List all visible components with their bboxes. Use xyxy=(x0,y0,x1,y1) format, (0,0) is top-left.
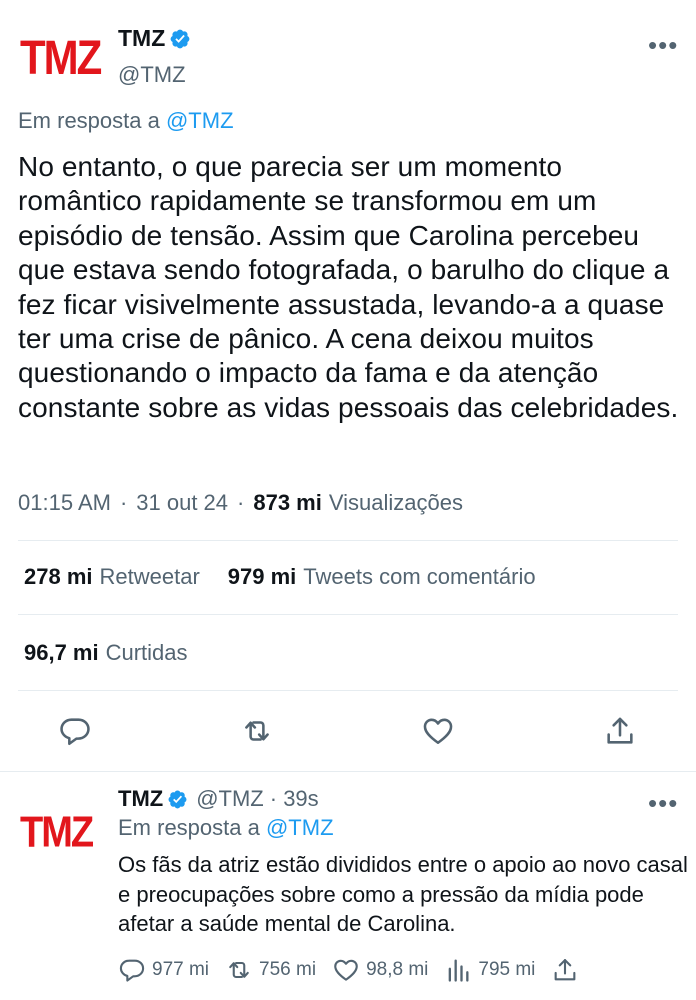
quotes-label[interactable]: Tweets com comentário xyxy=(303,564,535,590)
verified-badge-icon xyxy=(170,29,190,48)
author-name[interactable]: TMZ xyxy=(118,25,165,52)
share-button[interactable] xyxy=(551,956,585,984)
divider xyxy=(0,771,696,772)
reply-tweet-text: Os fãs da atriz estão divididos entre o … xyxy=(118,852,688,936)
views-button[interactable]: 795 mi xyxy=(444,956,535,984)
tweet-date[interactable]: 31 out 24 xyxy=(136,490,228,516)
retweet-icon xyxy=(229,961,249,979)
quotes-count: 979 mi xyxy=(227,564,297,589)
like-count: 98,8 mi xyxy=(366,959,429,980)
more-options-icon[interactable]: ••• xyxy=(648,32,678,58)
author-handle[interactable]: @TMZ xyxy=(196,786,264,812)
views-label[interactable]: Visualizações xyxy=(329,490,463,516)
retweet-button[interactable]: 756 mi xyxy=(225,956,316,984)
retweets-count: 278 mi xyxy=(24,564,93,589)
separator-dot: · xyxy=(119,490,128,515)
reply-action-bar: 977 mi 756 mi 98,8 mi 795 mi xyxy=(118,956,601,984)
author-name-row: TMZ xyxy=(118,25,191,52)
retweet-count: 756 mi xyxy=(259,959,317,980)
tweet-action-bar xyxy=(0,708,696,754)
divider xyxy=(18,690,678,691)
likes-stats: 96,7 mi Curtidas xyxy=(24,640,188,666)
heart-icon[interactable] xyxy=(421,714,455,748)
more-options-icon[interactable]: ••• xyxy=(648,790,678,816)
replying-to-label: Em resposta a xyxy=(18,108,160,133)
replying-to-label: Em resposta a xyxy=(118,815,260,840)
likes-label[interactable]: Curtidas xyxy=(106,640,188,666)
tmz-logo-avatar[interactable]: TMZ xyxy=(20,809,94,858)
tweet-meta: 01:15 AM · 31 out 24 · 873 mi Visualizaç… xyxy=(18,490,463,516)
engagement-stats: 278 mi Retweetar 979 mi Tweets com comen… xyxy=(24,564,536,590)
share-icon xyxy=(555,959,576,981)
tweet-text: No entanto, o que parecia ser um momento… xyxy=(18,151,679,423)
tweet-header: TMZ TMZ @TMZ xyxy=(18,22,678,92)
author-name[interactable]: TMZ xyxy=(118,786,163,812)
separator-dot: · xyxy=(237,490,245,515)
retweet-icon[interactable] xyxy=(240,714,274,748)
reply-icon xyxy=(119,959,145,982)
divider xyxy=(18,614,678,615)
tweet-time-ago[interactable]: · 39s xyxy=(270,786,319,812)
reply-tweet-header: TMZ @TMZ · 39s xyxy=(118,786,319,812)
tweet-time[interactable]: 01:15 AM xyxy=(18,490,111,516)
verified-badge-icon xyxy=(168,790,187,808)
replying-to: Em resposta a @TMZ xyxy=(118,815,334,841)
heart-icon xyxy=(334,959,358,981)
views-count: 873 mi xyxy=(253,490,322,515)
share-icon[interactable] xyxy=(603,714,637,748)
reply-button[interactable]: 977 mi xyxy=(118,956,209,984)
retweets-label[interactable]: Retweetar xyxy=(100,564,200,590)
divider xyxy=(18,540,678,541)
views-count: 795 mi xyxy=(478,959,536,980)
replying-to-mention[interactable]: @TMZ xyxy=(166,108,234,133)
like-button[interactable]: 98,8 mi xyxy=(332,956,428,984)
reply-icon[interactable] xyxy=(58,714,92,748)
views-icon xyxy=(449,959,469,982)
reply-tweet[interactable]: TMZ TMZ @TMZ · 39s ••• Em resposta a @TM… xyxy=(0,778,696,1000)
author-handle[interactable]: @TMZ xyxy=(118,62,186,88)
replying-to: Em resposta a @TMZ xyxy=(18,108,234,134)
tmz-logo-avatar[interactable]: TMZ xyxy=(20,30,102,85)
replying-to-mention[interactable]: @TMZ xyxy=(266,815,334,840)
likes-count: 96,7 mi xyxy=(24,640,99,665)
reply-count: 977 mi xyxy=(152,959,210,980)
